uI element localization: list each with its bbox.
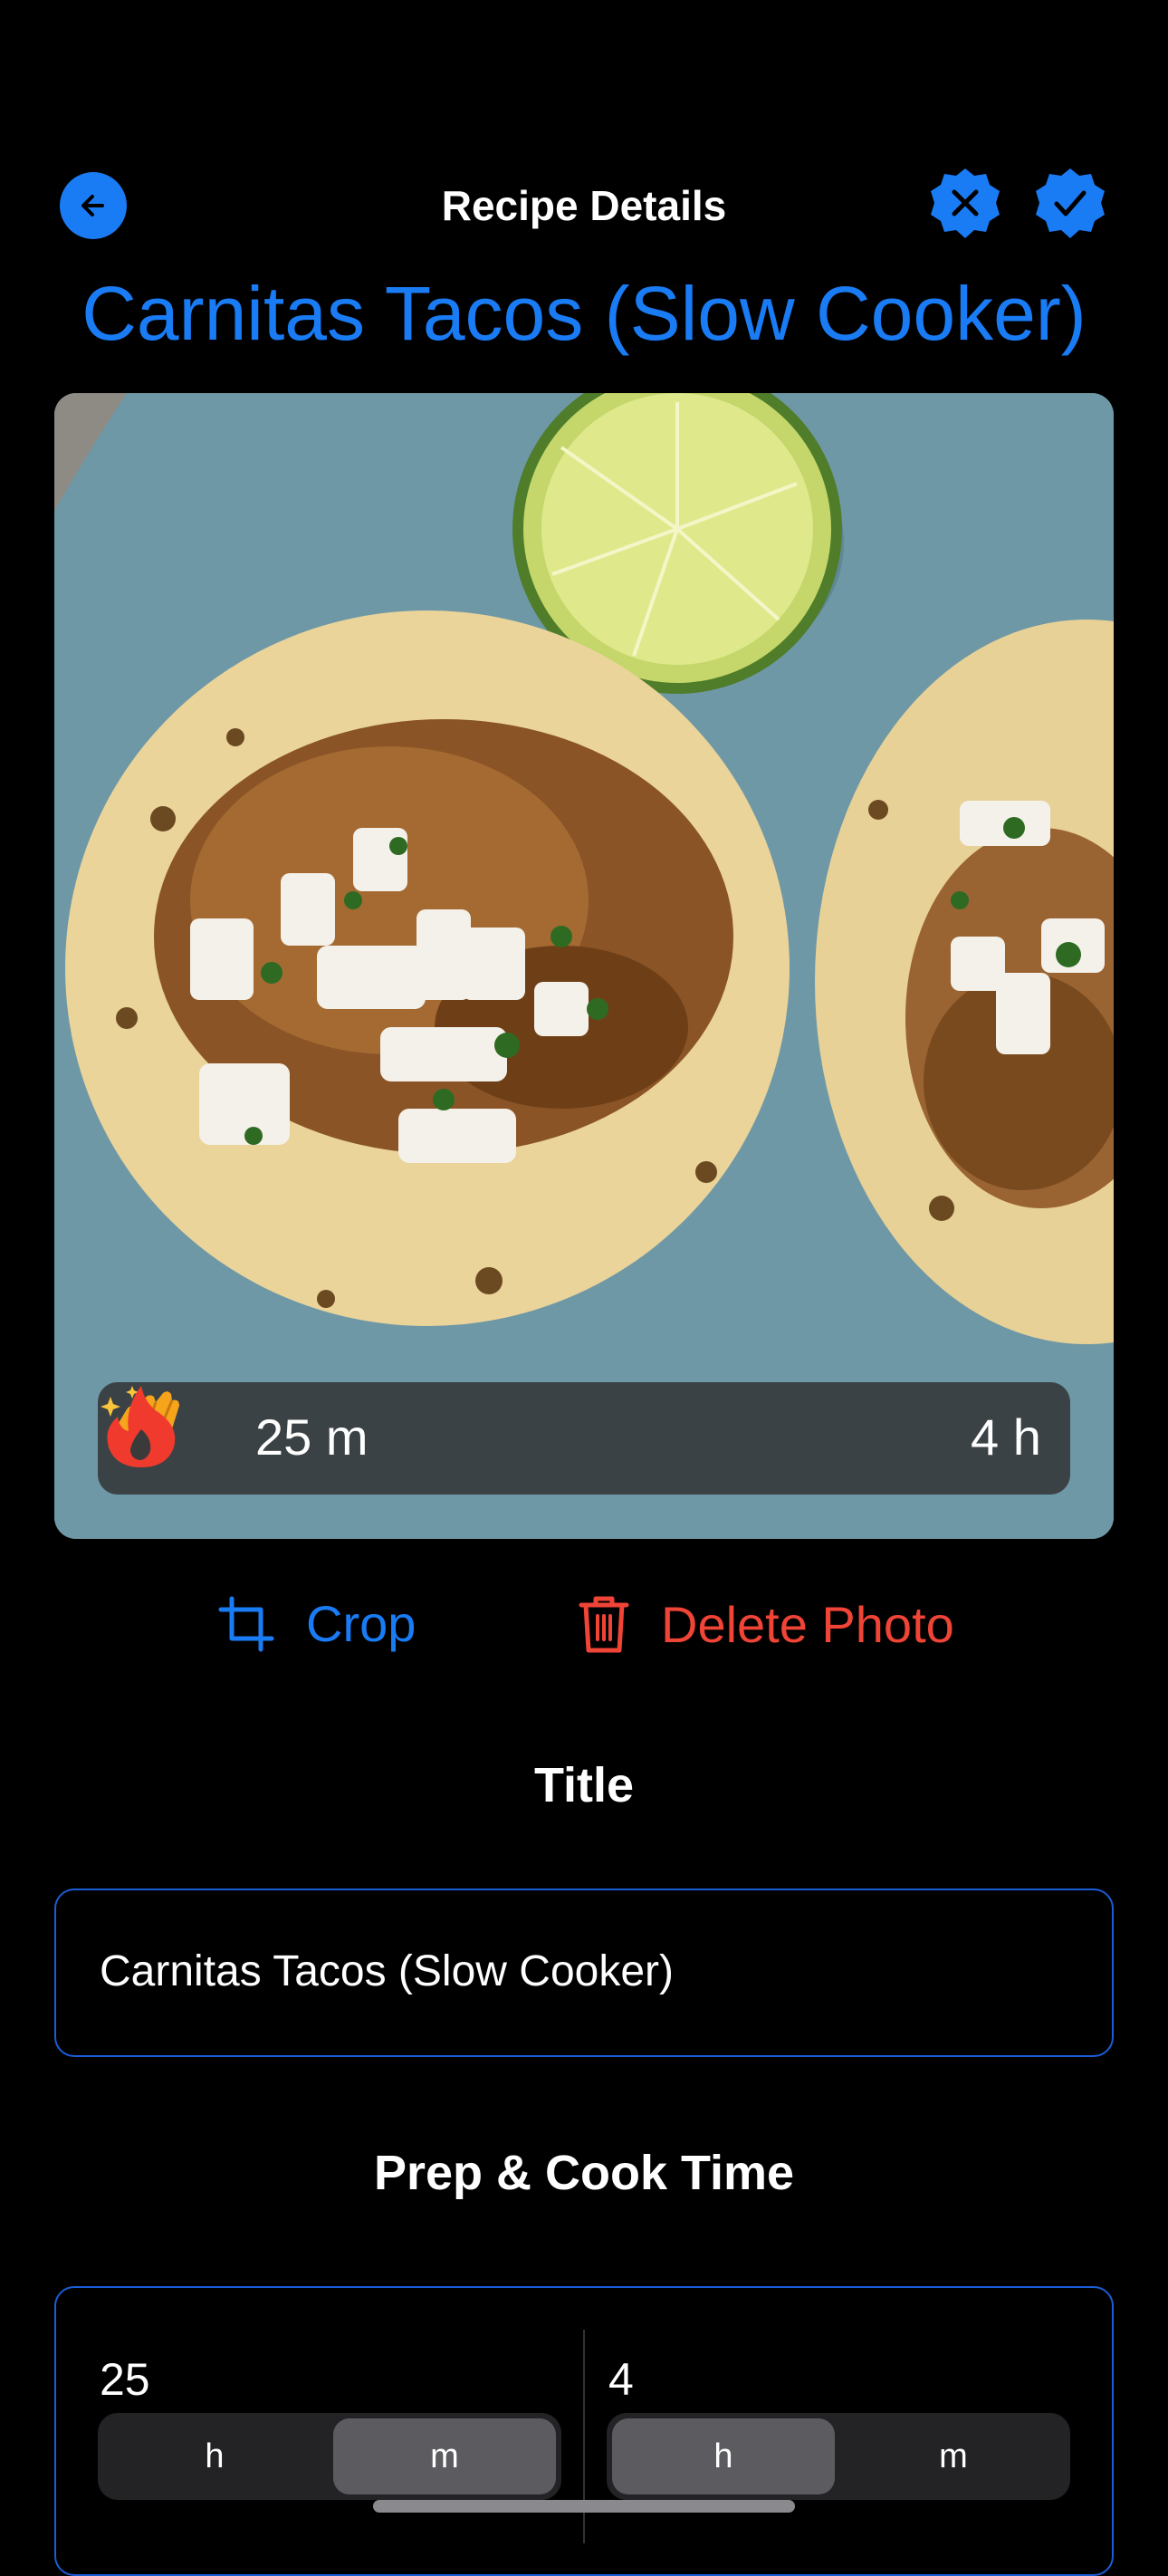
tacos-photo-illustration	[54, 393, 1114, 1539]
prep-unit-minutes[interactable]: m	[333, 2418, 556, 2494]
home-indicator[interactable]	[373, 2500, 795, 2513]
prep-unit-hours[interactable]: h	[103, 2418, 326, 2494]
time-summary-bar: 25 m 4 h	[98, 1382, 1070, 1495]
cook-time-value: 4 h	[971, 1408, 1041, 1466]
recipe-photo[interactable]: 25 m 4 h	[54, 393, 1114, 1539]
recipe-title: Carnitas Tacos (Slow Cooker)	[81, 271, 1087, 356]
cook-time-input[interactable]: 4	[608, 2353, 634, 2406]
prep-cook-time-field: 25 4 h m h m	[54, 2286, 1114, 2576]
save-button[interactable]	[1032, 167, 1108, 243]
title-heading: Title	[533, 1758, 635, 1812]
crop-icon	[218, 1596, 274, 1651]
trash-icon	[579, 1596, 629, 1653]
cook-unit-hours[interactable]: h	[612, 2418, 835, 2494]
prep-time-input[interactable]: 25	[100, 2353, 150, 2406]
badge-xmark-icon	[931, 168, 1000, 238]
delete-photo-button[interactable]: Delete Photo	[578, 1594, 954, 1654]
flame-icon	[107, 1386, 176, 1467]
prep-unit-segmented-control: h m	[98, 2413, 561, 2500]
prep-cook-heading: Prep & Cook Time	[373, 2146, 795, 2200]
cook-unit-minutes[interactable]: m	[842, 2418, 1065, 2494]
cook-unit-segmented-control: h m	[607, 2413, 1070, 2500]
crop-button[interactable]: Crop	[217, 1594, 416, 1653]
delete-photo-label: Delete Photo	[661, 1595, 954, 1653]
badge-checkmark-icon	[1036, 168, 1105, 238]
nav-bar: Recipe Details	[0, 163, 1168, 250]
title-field[interactable]: Carnitas Tacos (Slow Cooker)	[54, 1889, 1114, 2057]
photo-actions: Crop Delete Photo	[0, 1594, 1168, 1667]
crop-label: Crop	[306, 1595, 416, 1652]
title-input-value[interactable]: Carnitas Tacos (Slow Cooker)	[100, 1946, 674, 1996]
prep-time-value: 25 m	[255, 1408, 369, 1466]
discard-button[interactable]	[927, 167, 1003, 243]
